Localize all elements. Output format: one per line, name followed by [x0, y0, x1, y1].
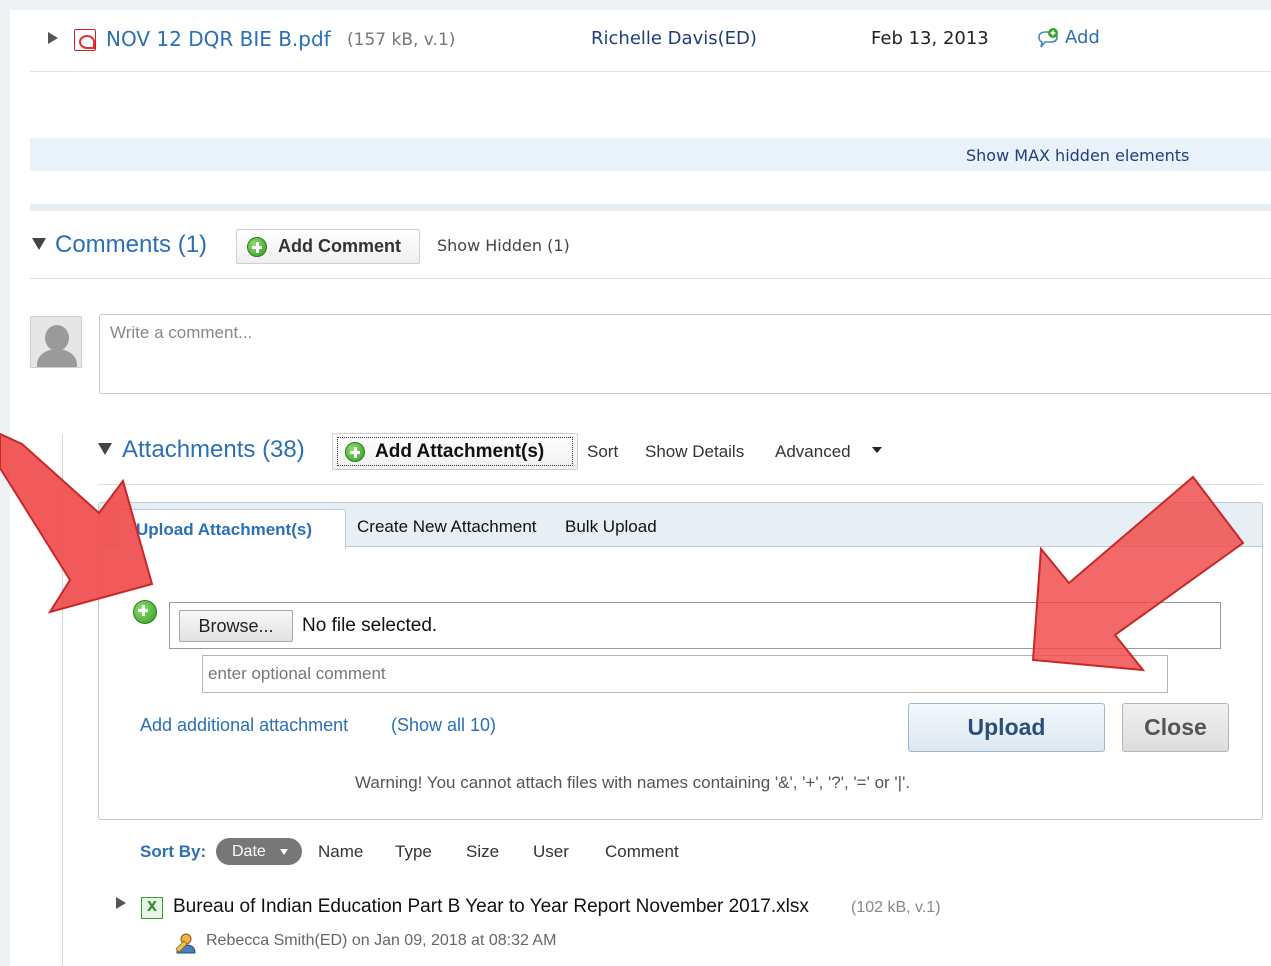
hidden-elements-bar: Show MAX hidden elements [30, 138, 1271, 171]
collapse-triangle-icon[interactable] [98, 443, 112, 455]
show-hidden-comments-link[interactable]: Show Hidden (1) [437, 236, 570, 255]
advanced-menu[interactable]: Advanced [775, 442, 851, 462]
add-comment-icon[interactable] [1036, 27, 1060, 51]
no-file-selected: No file selected. [302, 615, 438, 636]
file-input[interactable]: Browse... No file selected. [169, 602, 1221, 649]
expand-triangle-icon[interactable] [116, 897, 126, 909]
attachment-name-link[interactable]: Bureau of Indian Education Part B Year t… [173, 896, 809, 918]
sort-date-pill[interactable]: Date [216, 838, 302, 865]
tab-upload-attachments[interactable]: Upload Attachment(s) [117, 509, 346, 549]
sort-type[interactable]: Type [395, 842, 432, 862]
attachments-title[interactable]: Attachments (38) [122, 436, 305, 464]
add-attachments-label: Add Attachment(s) [375, 441, 545, 462]
page: NOV 12 DQR BIE B.pdf (157 kB, v.1) Riche… [10, 10, 1271, 966]
sort-by-label: Sort By: [140, 842, 207, 861]
add-attachments-button[interactable]: Add Attachment(s) [332, 433, 578, 470]
upload-tabs: Upload Attachment(s) Create New Attachme… [99, 503, 1262, 549]
show-details-link[interactable]: Show Details [645, 442, 744, 462]
file-meta: (157 kB, v.1) [347, 30, 456, 50]
show-all-link[interactable]: (Show all 10) [391, 715, 496, 736]
tab-create-new-attachment[interactable]: Create New Attachment [357, 517, 537, 537]
sort-comment[interactable]: Comment [605, 842, 679, 862]
tab-bulk-upload[interactable]: Bulk Upload [565, 517, 657, 537]
show-hidden-elements-link[interactable]: Show MAX hidden elements [966, 146, 1189, 165]
expand-triangle-icon[interactable] [48, 32, 58, 44]
excel-file-icon [141, 897, 163, 919]
comments-title[interactable]: Comments (1) [55, 231, 207, 259]
caret-down-icon [280, 849, 288, 855]
optional-comment-input[interactable]: enter optional comment [202, 655, 1168, 693]
add-additional-attachment-link[interactable]: Add additional attachment [140, 715, 348, 736]
sort-user[interactable]: User [533, 842, 569, 862]
section-divider [30, 204, 1271, 211]
file-author-link[interactable]: Richelle Davis(ED) [591, 28, 757, 49]
upload-button[interactable]: Upload [908, 703, 1105, 752]
pdf-file-icon [74, 29, 96, 51]
avatar [30, 316, 82, 368]
attachment-meta: (102 kB, v.1) [851, 899, 941, 916]
user-edit-icon [175, 933, 196, 954]
divider [98, 484, 1263, 485]
collapse-triangle-icon[interactable] [32, 238, 46, 250]
add-file-icon[interactable] [133, 600, 157, 624]
file-date: Feb 13, 2013 [871, 28, 989, 49]
divider [30, 278, 1271, 279]
caret-down-icon[interactable] [872, 447, 882, 453]
add-comment-label: Add Comment [278, 236, 401, 256]
close-button[interactable]: Close [1122, 703, 1229, 752]
plus-circle-icon [345, 442, 365, 462]
add-link[interactable]: Add [1065, 27, 1100, 48]
filename-warning: Warning! You cannot attach files with na… [355, 773, 911, 792]
thread-line [62, 434, 63, 966]
add-comment-button[interactable]: Add Comment [236, 229, 420, 264]
sort-name[interactable]: Name [318, 842, 363, 862]
comment-input[interactable]: Write a comment... [99, 314, 1271, 394]
upload-panel: Upload Attachment(s) Create New Attachme… [98, 502, 1263, 820]
sort-link[interactable]: Sort [587, 442, 618, 462]
attachment-byline: Rebecca Smith(ED) on Jan 09, 2018 at 08:… [206, 932, 557, 949]
file-name-link[interactable]: NOV 12 DQR BIE B.pdf [106, 27, 331, 51]
plus-circle-icon [247, 237, 267, 257]
sort-size[interactable]: Size [466, 842, 499, 862]
browse-button[interactable]: Browse... [179, 610, 293, 642]
file-row: NOV 12 DQR BIE B.pdf (157 kB, v.1) Riche… [30, 10, 1271, 72]
